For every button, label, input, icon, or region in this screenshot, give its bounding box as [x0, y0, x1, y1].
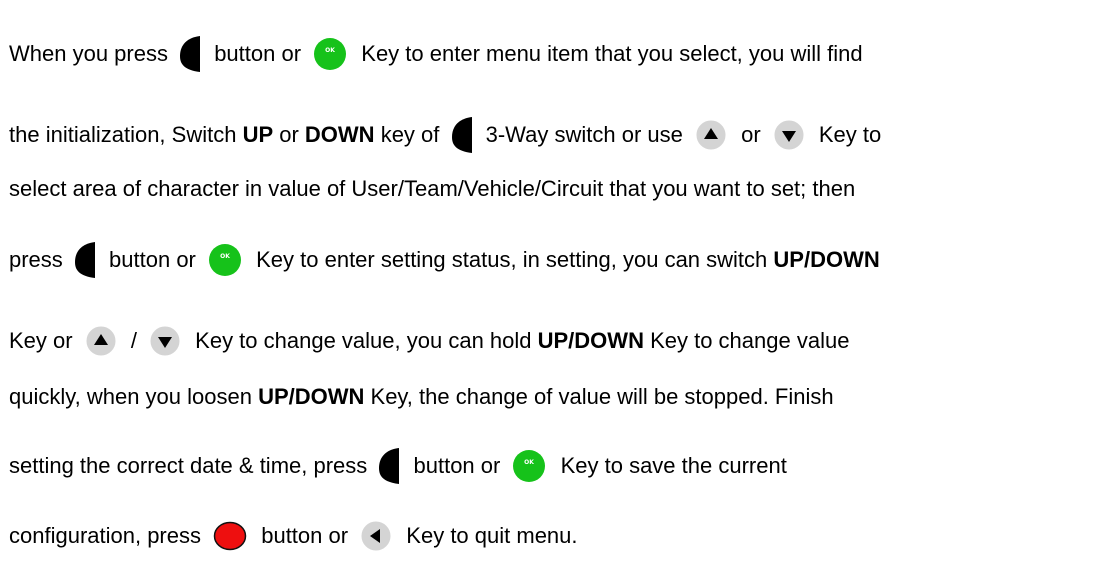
half-circle-switch-icon	[73, 240, 99, 280]
half-circle-switch-icon	[450, 115, 476, 155]
ok-key-icon: OK	[208, 243, 242, 277]
bold-key-name: UP	[242, 122, 274, 147]
text: press	[9, 247, 69, 272]
paragraph-line-2: the initialization, Switch UP or DOWN ke…	[9, 115, 881, 155]
half-circle-switch-icon	[178, 34, 204, 74]
text: button or	[255, 523, 355, 548]
text: button or	[102, 247, 202, 272]
up-arrow-key-icon	[695, 119, 727, 151]
text: Key to enter menu item that you select, …	[355, 41, 863, 66]
text: select area of character in value of Use…	[9, 176, 856, 201]
paragraph-line-8: configuration, press button or Key to qu…	[9, 516, 578, 556]
ok-key-icon: OK	[512, 449, 546, 483]
text: configuration, press	[9, 523, 208, 548]
text: or	[734, 122, 767, 147]
text: When you press	[9, 41, 175, 66]
ok-key-label: OK	[525, 459, 535, 466]
bold-key-name: UP/DOWN	[773, 247, 880, 272]
paragraph-line-4: press button or OK Key to enter setting …	[9, 240, 880, 280]
left-arrow-key-icon	[360, 520, 392, 552]
red-button-icon	[213, 521, 247, 551]
paragraph-line-5: Key or / Key to change value, you can ho…	[9, 321, 849, 361]
paragraph-line-7: setting the correct date & time, press b…	[9, 446, 787, 486]
ok-key-label: OK	[220, 253, 230, 260]
text: button or	[208, 41, 308, 66]
text: Key to enter setting status, in setting,…	[250, 247, 774, 272]
down-arrow-key-icon	[773, 119, 805, 151]
text: key of	[374, 122, 446, 147]
manual-page: When you press button or OK Key to enter…	[0, 0, 1113, 565]
bold-key-name: UP/DOWN	[258, 384, 365, 409]
bold-key-name: DOWN	[304, 122, 375, 147]
down-arrow-key-icon	[149, 325, 181, 357]
half-circle-switch-icon	[377, 446, 403, 486]
text: setting the correct date & time, press	[9, 453, 374, 478]
text: Key, the change of value will be stopped…	[364, 384, 834, 409]
text: Key to change value, you can hold	[189, 328, 538, 353]
text: or	[273, 122, 305, 147]
ok-key-icon: OK	[313, 37, 347, 71]
up-arrow-key-icon	[85, 325, 117, 357]
ok-key-label: OK	[325, 47, 335, 54]
paragraph-line-3: select area of character in value of Use…	[9, 169, 855, 209]
text: Key to	[812, 122, 882, 147]
paragraph-line-6: quickly, when you loosen UP/DOWN Key, th…	[9, 377, 834, 417]
text: the initialization, Switch	[9, 122, 243, 147]
text: button or	[407, 453, 507, 478]
text: Key or	[9, 328, 79, 353]
text: Key to save the current	[554, 453, 787, 478]
text: quickly, when you loosen	[9, 384, 259, 409]
bold-key-name: UP/DOWN	[537, 328, 644, 353]
text: Key to quit menu.	[400, 523, 578, 548]
text: 3-Way switch or use	[479, 122, 689, 147]
text: Key to change value	[643, 328, 850, 353]
text: /	[124, 328, 144, 353]
paragraph-line-1: When you press button or OK Key to enter…	[9, 34, 863, 74]
